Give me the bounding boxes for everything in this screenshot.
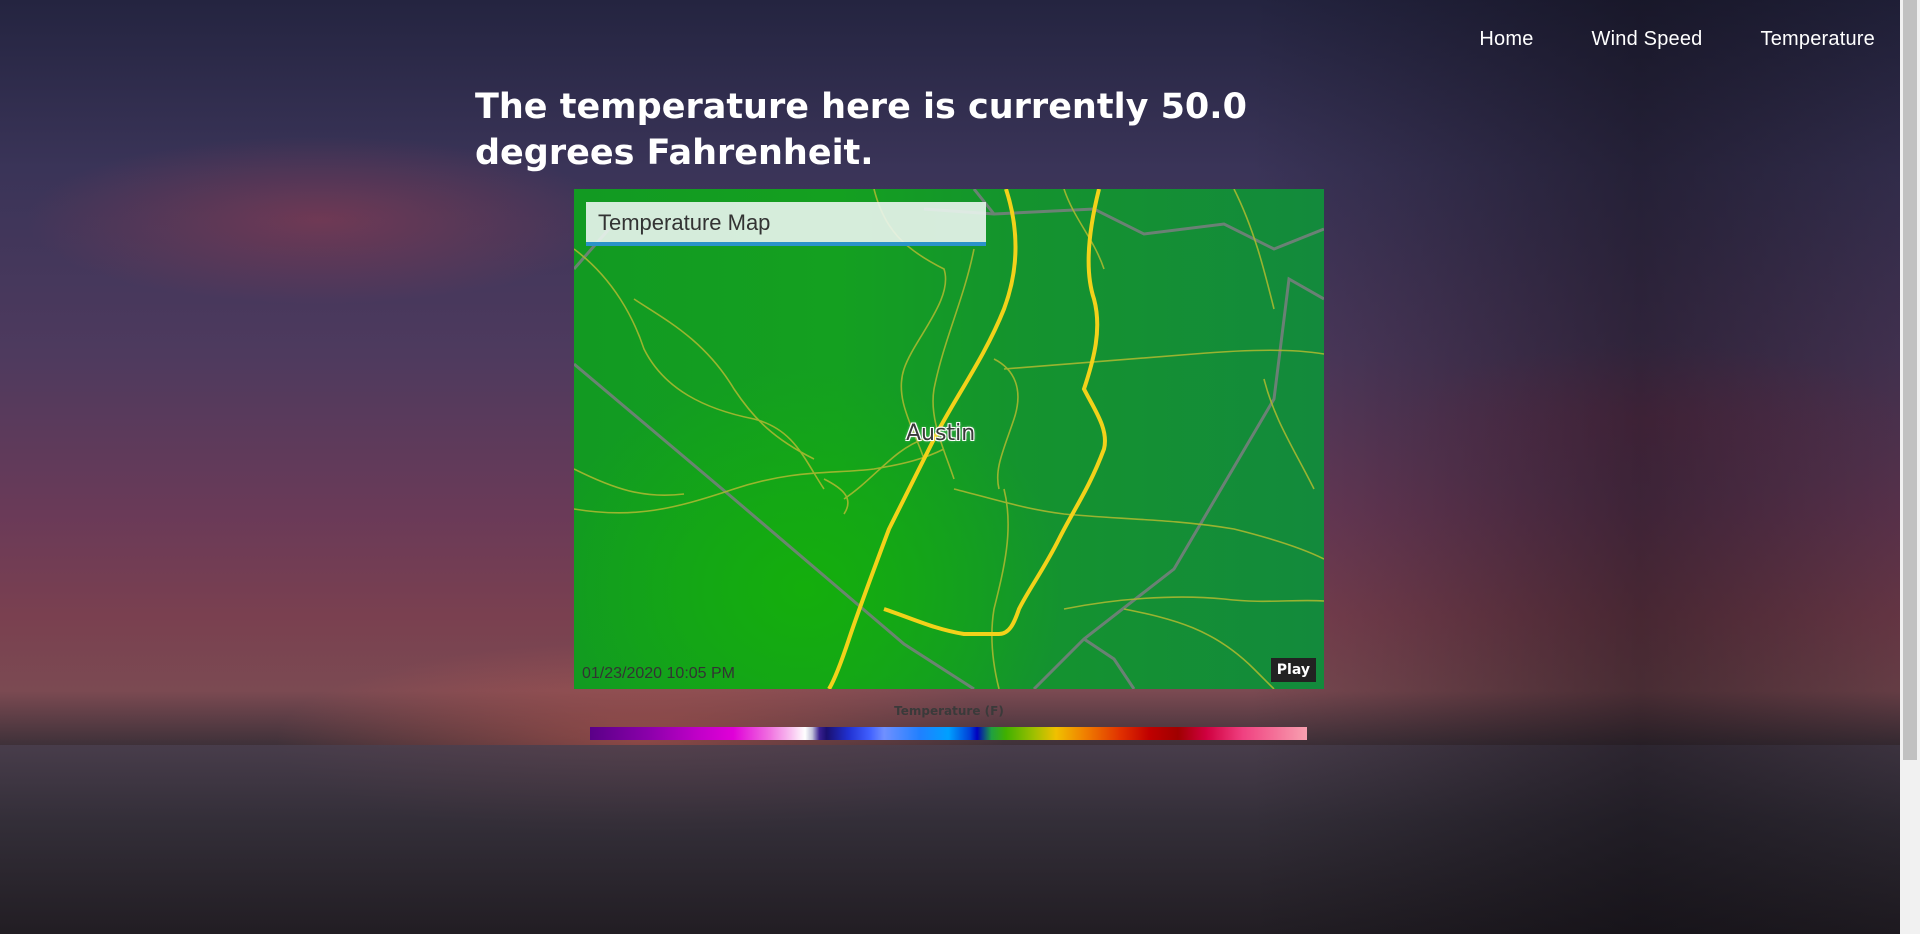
map-timestamp: 01/23/2020 10:05 PM [582, 665, 736, 682]
nav-wind-speed-link[interactable]: Wind Speed [1592, 28, 1703, 51]
nav-home-link[interactable]: Home [1479, 28, 1533, 51]
temperature-headline: The temperature here is currently 50.0 d… [475, 87, 1247, 173]
map-city-label: Austin [906, 421, 976, 446]
map-title: Temperature Map [586, 202, 986, 246]
nav-temperature-link[interactable]: Temperature [1761, 28, 1875, 51]
temperature-color-scale [590, 727, 1307, 740]
play-button[interactable]: Play [1270, 658, 1316, 682]
temperature-map[interactable]: Temperature Map Austin 01/23/2020 10:05 … [574, 189, 1324, 689]
top-nav: Home Wind Speed Temperature [1479, 28, 1875, 51]
legend-title: Temperature (F) [894, 704, 1004, 718]
page-scrollbar-thumb[interactable] [1903, 0, 1917, 760]
